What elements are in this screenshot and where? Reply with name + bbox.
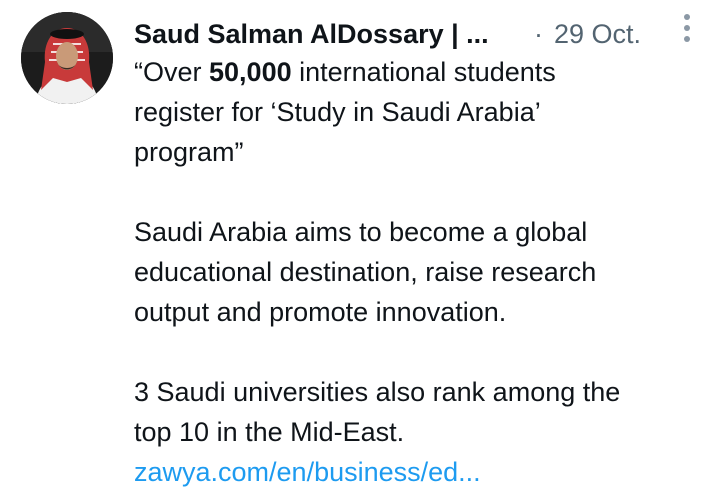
text-line: 3 Saudi universities also rank among the [134,377,621,407]
text-line: Saudi Arabia aims to become a global [134,217,588,247]
tweet-date[interactable]: 29 Oct. [554,14,641,54]
text-fragment: “Over [134,57,210,87]
text-line: output and promote innovation. [134,297,507,327]
more-vertical-icon[interactable] [680,14,694,42]
text-line: educational destination, raise research [134,257,597,287]
tweet-text: “Over 50,000 international students regi… [134,52,714,492]
avatar-image [21,12,113,104]
bold-number: 50,000 [209,57,292,87]
article-link[interactable]: zawya.com/en/business/ed... [134,457,481,487]
avatar[interactable] [21,12,113,104]
text-fragment: international students [291,57,556,87]
text-line: program” [134,137,244,167]
link-line: zawya.com/en/business/ed... [134,452,714,492]
separator-dot: · [534,19,543,49]
text-line: top 10 in the Mid-East. [134,417,405,447]
text-line: register for ‘Study in Saudi Arabia’ [134,97,541,127]
tweet-header: Saud Salman AlDossary | ... · 29 Oct. [134,14,694,54]
author-name[interactable]: Saud Salman AlDossary | ... [134,14,489,54]
tweet-card[interactable]: Saud Salman AlDossary | ... · 29 Oct. “O… [0,0,720,498]
text-line: “Over 50,000 international students [134,52,714,92]
